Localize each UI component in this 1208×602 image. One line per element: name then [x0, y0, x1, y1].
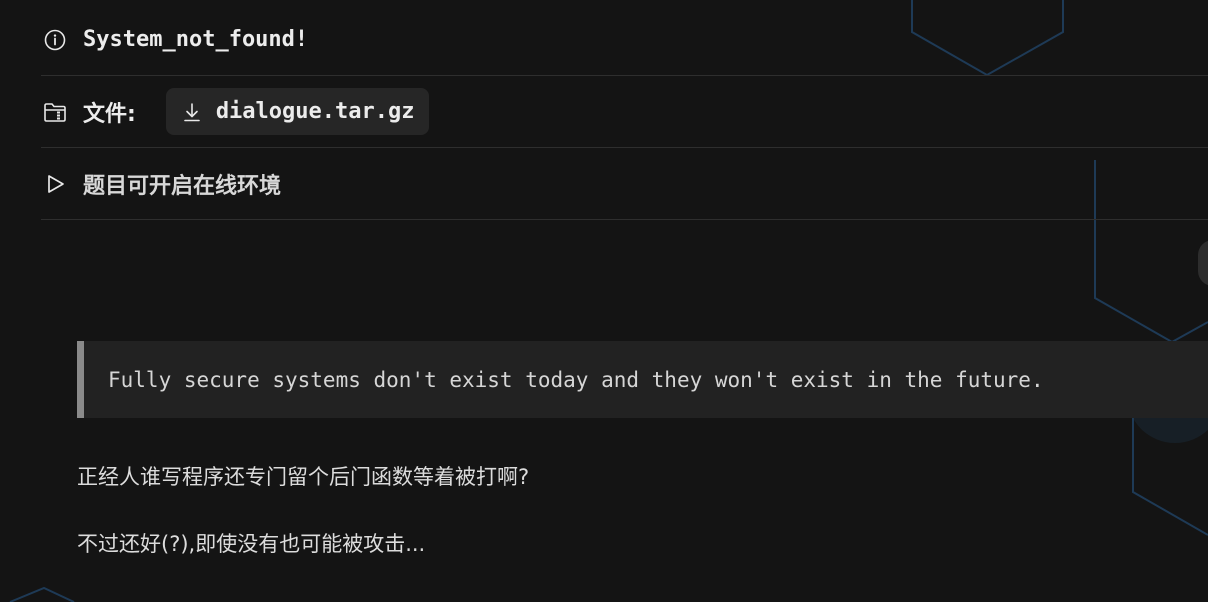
environment-label[interactable]: 题目可开启在线环境: [83, 168, 281, 200]
attachment-row: 文件: dialogue.tar.gz: [41, 76, 1208, 148]
description-paragraph-2: 不过还好(?),即使没有也可能被攻击...: [77, 532, 426, 556]
online-environment-row[interactable]: 题目可开启在线环境: [41, 148, 1208, 220]
blockquote: Fully secure systems don't exist today a…: [77, 341, 1208, 418]
play-icon: [43, 172, 67, 196]
file-name: dialogue.tar.gz: [215, 99, 415, 124]
folder-zip-icon: [43, 100, 67, 124]
challenge-title-row: System_not_found!: [41, 4, 1208, 76]
download-icon: [182, 102, 202, 122]
side-panel-toggle[interactable]: [1198, 240, 1208, 286]
file-label: 文件:: [83, 101, 136, 127]
info-icon: [43, 28, 67, 52]
hexagon-outline-bottom: [9, 586, 75, 602]
description-paragraph-1: 正经人谁写程序还专门留个后门函数等着被打啊?: [77, 465, 530, 489]
challenge-page: System_not_found! 文件: dialogue.tar.gz 题目…: [0, 0, 1208, 602]
download-file-button[interactable]: dialogue.tar.gz: [165, 88, 429, 135]
quote-text: Fully secure systems don't exist today a…: [108, 367, 1044, 392]
challenge-title: System_not_found!: [83, 27, 309, 52]
